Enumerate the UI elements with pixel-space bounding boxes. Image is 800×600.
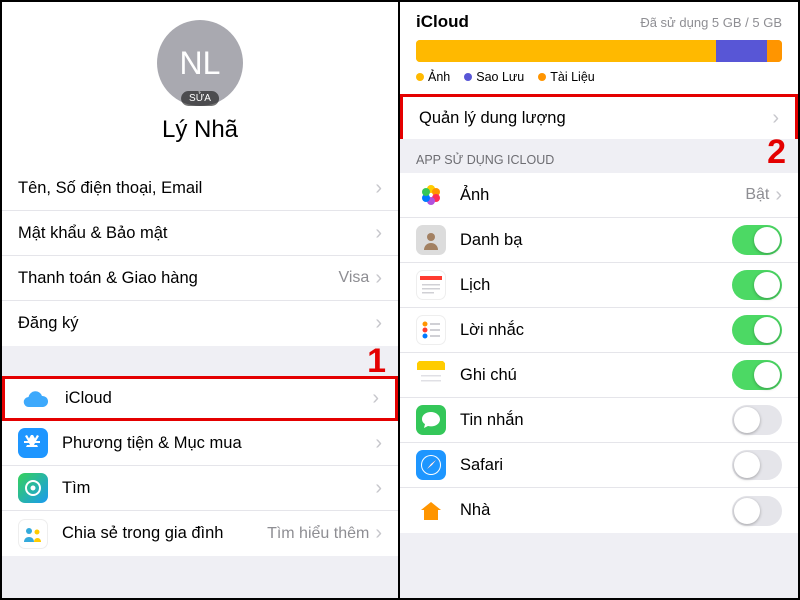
family-icon	[18, 519, 48, 549]
chevron-right-icon: ›	[375, 267, 382, 290]
icloud-storage-header: iCloud Đã sử dụng 5 GB / 5 GB Ảnh Sao Lư…	[400, 2, 798, 94]
appstore-icon	[18, 428, 48, 458]
row-label: Nhà	[460, 501, 732, 520]
row-find-my[interactable]: Tìm ›	[2, 466, 398, 511]
row-password-security[interactable]: Mật khẩu & Bảo mật ›	[2, 211, 398, 256]
icloud-title: iCloud	[416, 12, 469, 32]
row-label: Quản lý dung lượng	[419, 109, 772, 128]
chevron-right-icon: ›	[375, 522, 382, 545]
chevron-right-icon: ›	[375, 432, 382, 455]
row-value: Tìm hiểu thêm	[267, 525, 369, 543]
row-label: Ghi chú	[460, 366, 732, 385]
storage-bar-seg-backup	[716, 40, 767, 62]
profile-name: Lý Nhã	[162, 116, 238, 144]
settings-apple-id-pane: NL SỬA Lý Nhã Tên, Số điện thoại, Email …	[2, 2, 400, 598]
row-manage-storage[interactable]: Quản lý dung lượng ›	[400, 94, 798, 139]
row-label: Thanh toán & Giao hàng	[18, 269, 338, 288]
row-label: Lời nhắc	[460, 321, 732, 340]
avatar-initials: NL	[180, 45, 221, 82]
row-label: Đăng ký	[18, 314, 375, 333]
icloud-usage: Đã sử dụng 5 GB / 5 GB	[640, 15, 782, 30]
messages-icon	[416, 405, 446, 435]
row-media-purchases[interactable]: Phương tiện & Mục mua ›	[2, 421, 398, 466]
app-row-home[interactable]: Nhà	[400, 488, 798, 533]
safari-icon	[416, 450, 446, 480]
row-label: Lịch	[460, 276, 732, 295]
apps-using-icloud-list: Ảnh Bật › Danh bạ Lịch	[400, 173, 798, 533]
reminders-icon	[416, 315, 446, 345]
chevron-right-icon: ›	[372, 387, 379, 410]
legend-item-docs: Tài Liệu	[538, 70, 594, 84]
storage-legend: Ảnh Sao Lưu Tài Liệu	[416, 62, 782, 86]
home-icon	[416, 496, 446, 526]
row-label: Ảnh	[460, 186, 745, 205]
annotation-number-1: 1	[367, 342, 386, 381]
app-row-messages[interactable]: Tin nhắn	[400, 398, 798, 443]
avatar[interactable]: NL SỬA	[157, 20, 243, 106]
app-row-reminders[interactable]: Lời nhắc	[400, 308, 798, 353]
row-label: Mật khẩu & Bảo mật	[18, 224, 375, 243]
row-icloud[interactable]: iCloud ›	[2, 376, 398, 421]
app-row-contacts[interactable]: Danh bạ	[400, 218, 798, 263]
app-row-photos[interactable]: Ảnh Bật ›	[400, 173, 798, 218]
legend-item-backup: Sao Lưu	[464, 70, 524, 84]
storage-bar	[416, 40, 782, 62]
apps-using-icloud-header: APP SỬ DỤNG ICLOUD 2	[400, 139, 798, 173]
row-label: Tìm	[62, 479, 375, 498]
row-label: Tên, Số điện thoại, Email	[18, 179, 375, 198]
profile-header: NL SỬA Lý Nhã	[2, 2, 398, 166]
toggle-contacts[interactable]	[732, 225, 782, 255]
row-value: Visa	[338, 269, 369, 287]
legend-item-photos: Ảnh	[416, 70, 450, 84]
avatar-edit-label[interactable]: SỬA	[181, 91, 219, 106]
row-label: Phương tiện & Mục mua	[62, 434, 375, 453]
toggle-notes[interactable]	[732, 360, 782, 390]
chevron-right-icon: ›	[775, 184, 782, 207]
findmy-icon	[18, 473, 48, 503]
dot-icon	[416, 73, 424, 81]
storage-bar-seg-docs	[767, 40, 782, 62]
notes-icon	[416, 360, 446, 390]
toggle-calendar[interactable]	[732, 270, 782, 300]
row-label: Safari	[460, 456, 732, 475]
row-label: Tin nhắn	[460, 411, 732, 430]
calendar-icon	[416, 270, 446, 300]
app-row-calendar[interactable]: Lịch	[400, 263, 798, 308]
toggle-safari[interactable]	[732, 450, 782, 480]
row-label: iCloud	[65, 389, 372, 408]
account-group: Tên, Số điện thoại, Email › Mật khẩu & B…	[2, 166, 398, 346]
row-name-phone-email[interactable]: Tên, Số điện thoại, Email ›	[2, 166, 398, 211]
chevron-right-icon: ›	[375, 222, 382, 245]
row-label: Chia sẻ trong gia đình	[62, 524, 267, 543]
annotation-number-2: 2	[767, 133, 786, 172]
photos-icon	[416, 180, 446, 210]
row-payment-shipping[interactable]: Thanh toán & Giao hàng Visa ›	[2, 256, 398, 301]
storage-bar-seg-photos	[416, 40, 716, 62]
section-spacer: 1	[2, 346, 398, 376]
toggle-reminders[interactable]	[732, 315, 782, 345]
toggle-messages[interactable]	[732, 405, 782, 435]
chevron-right-icon: ›	[772, 107, 779, 130]
row-subscriptions[interactable]: Đăng ký ›	[2, 301, 398, 346]
row-value: Bật	[745, 186, 769, 204]
dot-icon	[538, 73, 546, 81]
services-group: iCloud › Phương tiện & Mục mua › Tìm ›	[2, 376, 398, 556]
screenshot-pair: NL SỬA Lý Nhã Tên, Số điện thoại, Email …	[0, 0, 800, 600]
app-row-safari[interactable]: Safari	[400, 443, 798, 488]
row-family-sharing[interactable]: Chia sẻ trong gia đình Tìm hiểu thêm ›	[2, 511, 398, 556]
toggle-home[interactable]	[732, 496, 782, 526]
cloud-icon	[21, 384, 51, 414]
manage-storage-group: Quản lý dung lượng ›	[400, 94, 798, 139]
icloud-settings-pane: iCloud Đã sử dụng 5 GB / 5 GB Ảnh Sao Lư…	[400, 2, 798, 598]
chevron-right-icon: ›	[375, 477, 382, 500]
row-label: Danh bạ	[460, 231, 732, 250]
contacts-icon	[416, 225, 446, 255]
chevron-right-icon: ›	[375, 312, 382, 335]
dot-icon	[464, 73, 472, 81]
app-row-notes[interactable]: Ghi chú	[400, 353, 798, 398]
chevron-right-icon: ›	[375, 177, 382, 200]
